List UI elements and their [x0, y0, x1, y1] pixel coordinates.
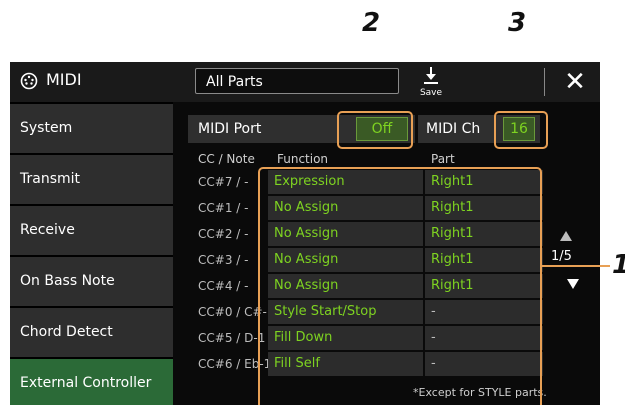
midi-connector-icon [20, 72, 38, 90]
highlight-midi-port [337, 111, 413, 149]
page-title: MIDI [46, 70, 82, 89]
header-bar: MIDI All Parts Save ✕ [10, 62, 600, 102]
close-button[interactable]: ✕ [558, 65, 592, 99]
scroll-up-icon[interactable] [559, 230, 573, 242]
scroll-down-icon[interactable] [566, 278, 580, 290]
midi-ch-label: MIDI Ch [426, 121, 481, 137]
sidebar-item-system[interactable]: System [10, 104, 173, 153]
callout-2: 2 [362, 8, 381, 38]
sidebar-item-transmit[interactable]: Transmit [10, 155, 173, 204]
callout-leader-line [540, 265, 610, 267]
sidebar-item-receive[interactable]: Receive [10, 206, 173, 255]
midi-port-label: MIDI Port [198, 121, 262, 137]
sidebar: System Transmit Receive On Bass Note Cho… [10, 102, 173, 405]
midi-screen: MIDI All Parts Save ✕ System Transmit Re… [10, 62, 600, 405]
parts-dropdown[interactable]: All Parts [195, 68, 399, 94]
column-header-function: Function [277, 152, 329, 166]
column-header-part: Part [431, 152, 455, 166]
sidebar-item-chord-detect[interactable]: Chord Detect [10, 308, 173, 357]
page-indicator: 1/5 [551, 249, 572, 264]
sidebar-item-on-bass-note[interactable]: On Bass Note [10, 257, 173, 306]
highlight-midi-ch [494, 111, 548, 149]
sidebar-item-external-controller[interactable]: External Controller [10, 359, 173, 405]
save-label: Save [419, 88, 443, 98]
save-icon [424, 67, 438, 84]
callout-1: 1 [612, 250, 625, 280]
save-button[interactable]: Save [408, 64, 454, 100]
header-divider [544, 68, 545, 96]
callout-3: 3 [508, 8, 527, 38]
highlight-function-part-table [258, 167, 542, 405]
column-header-cc: CC / Note [198, 152, 255, 166]
